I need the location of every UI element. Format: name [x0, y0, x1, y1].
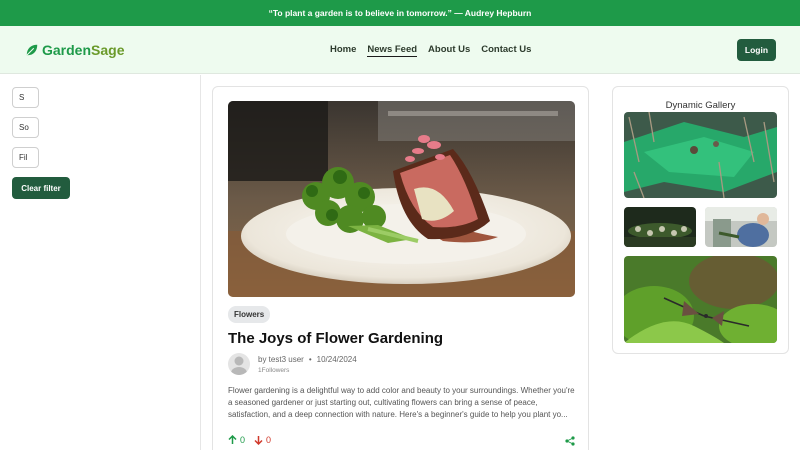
main-nav: Home News Feed About Us Contact Us: [330, 44, 542, 57]
dynamic-gallery: Dynamic Gallery: [612, 86, 789, 354]
post-image[interactable]: [228, 101, 575, 297]
leaf-icon: [26, 44, 38, 56]
user-avatar-icon: [231, 356, 247, 375]
gallery-image-4[interactable]: [624, 256, 777, 343]
sort-select[interactable]: [12, 117, 39, 138]
gallery-image-2[interactable]: [624, 207, 696, 247]
author-followers: 1Followers: [258, 367, 290, 374]
post-date: 10/24/2024: [316, 355, 357, 364]
meta-separator: •: [308, 355, 312, 364]
nav-contact-us[interactable]: Contact Us: [481, 44, 531, 57]
upvote-button[interactable]: 0: [228, 435, 245, 445]
post-excerpt: Flower gardening is a delightful way to …: [228, 386, 575, 419]
downvote-count: 0: [266, 435, 272, 445]
share-icon[interactable]: [565, 436, 575, 446]
search-input[interactable]: [12, 87, 39, 108]
filter-select[interactable]: [12, 147, 39, 168]
nav-news-feed[interactable]: News Feed: [367, 44, 418, 57]
arrow-up-icon: [228, 435, 237, 444]
brand-name-part2: Sage: [91, 42, 125, 58]
nav-home[interactable]: Home: [330, 44, 356, 57]
category-tag[interactable]: Flowers: [228, 306, 271, 323]
author-avatar[interactable]: [228, 353, 250, 375]
filter-sidebar: Clear filter: [0, 75, 201, 450]
post-card[interactable]: Flowers The Joys of Flower Gardening by …: [212, 86, 589, 450]
post-meta: by test3 user • 10/24/2024: [258, 355, 357, 364]
clear-filter-button[interactable]: Clear filter: [12, 177, 70, 199]
quote-banner: “To plant a garden is to believe in tomo…: [0, 0, 800, 26]
quote-text: “To plant a garden is to believe in tomo…: [268, 8, 532, 18]
upvote-count: 0: [240, 435, 246, 445]
gallery-image-3[interactable]: [705, 207, 777, 247]
login-button[interactable]: Login: [737, 39, 776, 61]
brand-logo[interactable]: Garden Sage: [25, 42, 124, 58]
category-tag-label: Flowers: [234, 310, 265, 319]
nav-about-us[interactable]: About Us: [428, 44, 470, 57]
arrow-down-icon: [254, 436, 263, 445]
gallery-image-1[interactable]: [624, 112, 777, 198]
post-title[interactable]: The Joys of Flower Gardening: [228, 330, 443, 347]
downvote-button[interactable]: 0: [254, 435, 271, 445]
navbar: Garden Sage Home News Feed About Us Conta…: [0, 26, 800, 74]
gallery-title: Dynamic Gallery: [665, 100, 736, 111]
post-author[interactable]: by test3 user: [258, 355, 304, 364]
brand-name-part1: Garden: [42, 42, 92, 58]
